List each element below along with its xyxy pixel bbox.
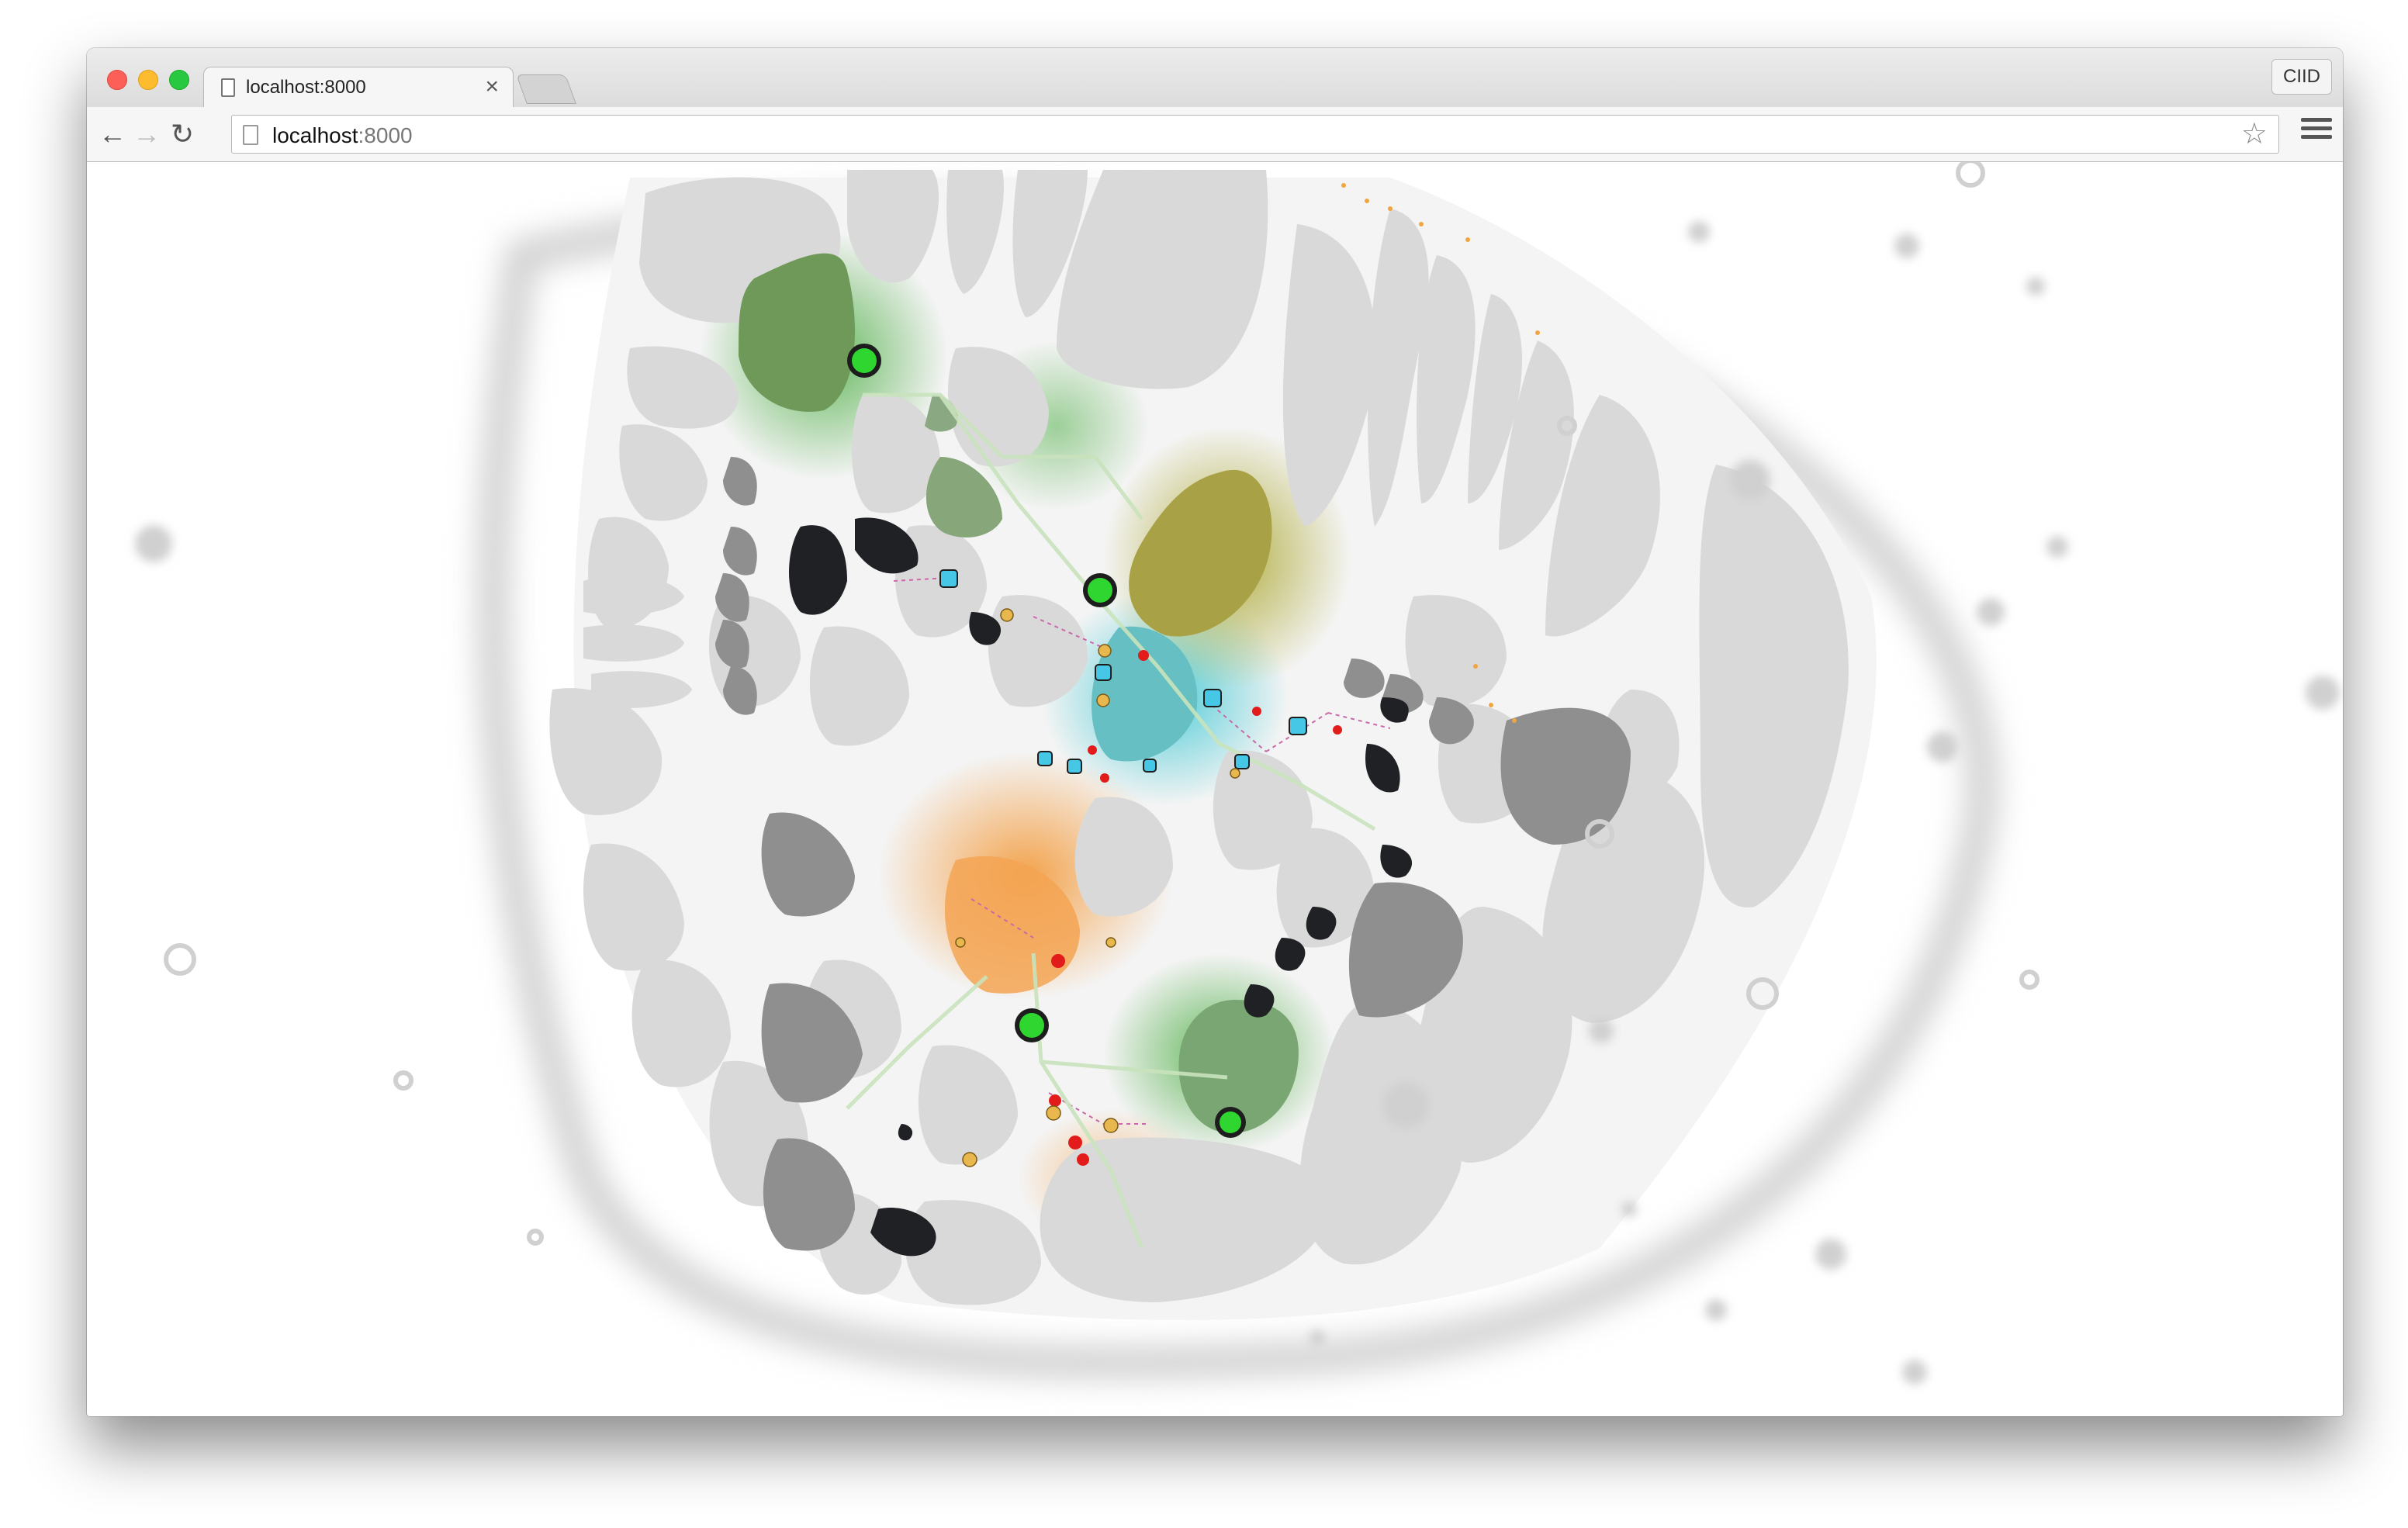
reload-icon[interactable]: ↻ <box>164 116 200 152</box>
green-node-2[interactable] <box>1083 573 1117 607</box>
profile-button[interactable]: CIID <box>2271 59 2332 95</box>
page-icon <box>243 125 258 145</box>
page-content <box>87 162 2343 1416</box>
yellow-cluster-4[interactable] <box>1046 1105 1061 1121</box>
close-tab-icon[interactable]: × <box>485 74 499 100</box>
yellow-cluster-7[interactable] <box>1230 768 1240 779</box>
url-text[interactable]: localhost:8000 <box>272 123 413 148</box>
new-tab-button[interactable] <box>516 74 576 104</box>
cyan-node-5[interactable] <box>1037 751 1053 766</box>
url-host: localhost <box>272 123 358 147</box>
maximize-window-button[interactable] <box>169 70 189 90</box>
tab-strip: localhost:8000 × CIID <box>87 48 2343 109</box>
red-node-7[interactable] <box>1049 1094 1061 1107</box>
yellow-cluster-3[interactable] <box>1096 693 1110 707</box>
star-icon[interactable]: ☆ <box>2241 119 2268 150</box>
yellow-cluster-5[interactable] <box>1103 1118 1119 1133</box>
red-node-8[interactable] <box>1068 1136 1082 1149</box>
cyan-node-6[interactable] <box>1067 759 1082 774</box>
tab-title: localhost:8000 <box>246 77 366 98</box>
green-node-4[interactable] <box>1215 1107 1246 1138</box>
address-bar[interactable]: localhost:8000 ☆ <box>231 115 2279 154</box>
cyan-node-8[interactable] <box>1143 759 1157 773</box>
cell-network-canvas[interactable] <box>87 162 2343 1416</box>
green-node-3[interactable] <box>1015 1008 1049 1042</box>
green-node-1[interactable] <box>847 344 881 378</box>
red-node-4[interactable] <box>1252 707 1261 716</box>
red-node-9[interactable] <box>1077 1153 1089 1166</box>
red-node-3[interactable] <box>1100 773 1109 783</box>
close-window-button[interactable] <box>107 70 127 90</box>
hamburger-menu-icon[interactable] <box>2301 118 2332 149</box>
red-node-2[interactable] <box>1088 745 1097 755</box>
cyan-node-4[interactable] <box>1289 717 1307 735</box>
red-node-6[interactable] <box>1051 954 1065 968</box>
yellow-cluster-2[interactable] <box>1098 644 1112 658</box>
forward-arrow-icon[interactable]: → <box>129 116 164 152</box>
yellow-cluster-9[interactable] <box>1105 937 1116 948</box>
toolbar: ← → ↻ localhost:8000 ☆ <box>87 107 2343 162</box>
red-node-1[interactable] <box>1138 650 1149 661</box>
red-node-5[interactable] <box>1333 725 1342 735</box>
browser-window: localhost:8000 × CIID ← → ↻ localhost:80… <box>87 48 2343 1416</box>
desktop: localhost:8000 × CIID ← → ↻ localhost:80… <box>0 0 2408 1528</box>
cyan-node-7[interactable] <box>1234 754 1250 769</box>
document-icon <box>221 78 235 97</box>
url-port: :8000 <box>358 123 413 147</box>
minimize-window-button[interactable] <box>138 70 158 90</box>
cyan-node-1[interactable] <box>939 569 958 588</box>
tab-localhost[interactable]: localhost:8000 × <box>203 67 514 109</box>
yellow-cluster-8[interactable] <box>955 937 966 948</box>
cyan-node-3[interactable] <box>1203 689 1222 707</box>
yellow-cluster-6[interactable] <box>962 1152 977 1167</box>
back-arrow-icon[interactable]: ← <box>95 116 130 152</box>
yellow-cluster-1[interactable] <box>1000 608 1014 622</box>
cyan-node-2[interactable] <box>1095 664 1112 681</box>
